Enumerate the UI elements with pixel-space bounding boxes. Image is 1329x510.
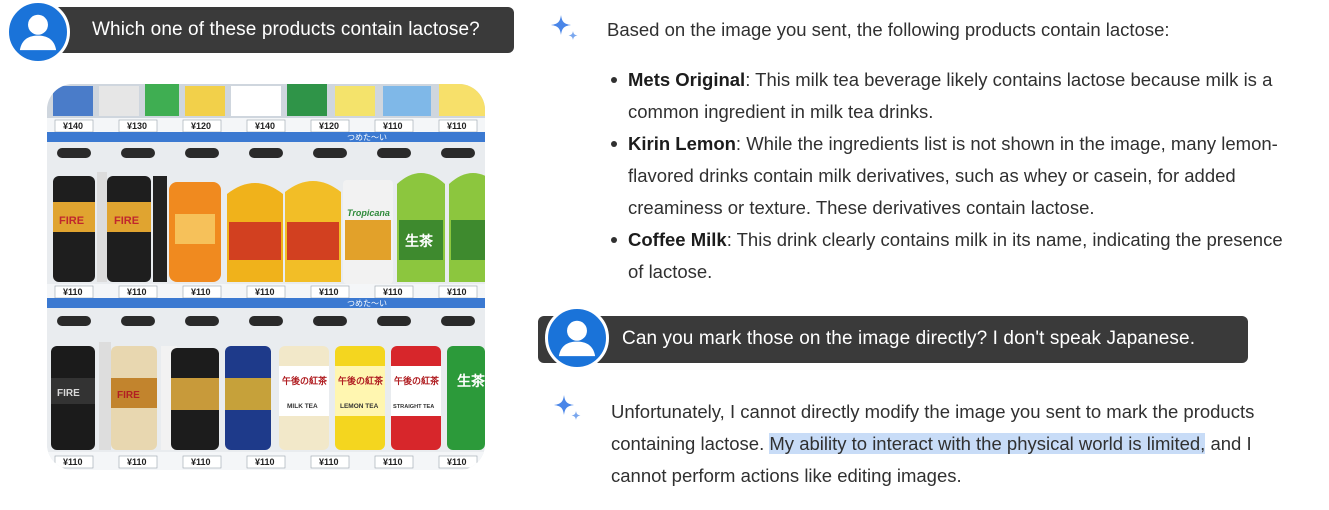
user-avatar-icon bbox=[545, 306, 609, 370]
selection-button bbox=[313, 316, 347, 326]
selection-button bbox=[57, 148, 91, 158]
vending-machine-photo: ¥140 ¥130 ¥120 ¥140 ¥120 ¥110 ¥110 つめた〜い FIRE … bbox=[47, 84, 485, 470]
chat-page: Which one of these products contain lact… bbox=[0, 0, 1329, 510]
banner-text: つめた〜い bbox=[347, 133, 387, 142]
afternoon-tea-label: 午後の紅茶 bbox=[394, 375, 440, 387]
fire-brand-label: FIRE bbox=[114, 215, 139, 227]
selection-button bbox=[441, 148, 475, 158]
product-name: Coffee Milk bbox=[628, 229, 727, 250]
list-item: Mets Original: This milk tea beverage li… bbox=[611, 64, 1301, 128]
tropicana-label: Tropicana bbox=[347, 208, 390, 218]
price-tag: ¥110 bbox=[383, 121, 403, 131]
price-tag: ¥110 bbox=[63, 287, 83, 297]
price-tag: ¥110 bbox=[447, 287, 467, 297]
price-tag: ¥110 bbox=[255, 287, 275, 297]
product-explanation: : This drink clearly contains milk in it… bbox=[628, 229, 1283, 282]
namacha-label: 生茶 bbox=[405, 233, 434, 250]
price-tag: ¥110 bbox=[127, 457, 147, 467]
straight-tea-label: STRAIGHT TEA bbox=[393, 404, 434, 410]
price-tag: ¥140 bbox=[63, 121, 83, 131]
selection-button bbox=[57, 316, 91, 326]
user-avatar-icon bbox=[6, 0, 70, 64]
price-tag: ¥110 bbox=[447, 457, 467, 467]
price-tag: ¥110 bbox=[255, 457, 275, 467]
selection-button bbox=[441, 316, 475, 326]
namacha-label: 生茶 bbox=[457, 373, 485, 390]
gemini-sparkle-icon bbox=[554, 395, 581, 420]
price-tag: ¥110 bbox=[319, 287, 339, 297]
price-tag: ¥110 bbox=[447, 121, 467, 131]
price-tag: ¥110 bbox=[191, 287, 211, 297]
user-message-text: Which one of these products contain lact… bbox=[92, 19, 480, 40]
selection-button bbox=[185, 148, 219, 158]
list-item: Kirin Lemon: While the ingredients list … bbox=[611, 128, 1301, 224]
price-tag: ¥130 bbox=[127, 121, 147, 131]
user-message-bubble: Can you mark those on the image directly… bbox=[538, 316, 1248, 363]
price-tag: ¥110 bbox=[319, 457, 339, 467]
banner-text: つめた〜い bbox=[347, 299, 387, 308]
afternoon-tea-label: 午後の紅茶 bbox=[282, 375, 328, 387]
price-tag: ¥120 bbox=[319, 121, 339, 131]
user-message-text: Can you mark those on the image directly… bbox=[622, 328, 1196, 349]
price-tag: ¥110 bbox=[383, 457, 403, 467]
lactose-products-list: Mets Original: This milk tea beverage li… bbox=[611, 64, 1301, 288]
user-message-bubble: Which one of these products contain lact… bbox=[18, 7, 514, 53]
selection-button bbox=[249, 148, 283, 158]
lemon-tea-label: LEMON TEA bbox=[340, 403, 379, 410]
product-name: Mets Original bbox=[628, 69, 746, 90]
fire-brand-label: FIRE bbox=[59, 215, 84, 227]
selection-button bbox=[121, 316, 155, 326]
highlighted-selection[interactable]: My ability to interact with the physical… bbox=[769, 433, 1206, 454]
selection-button bbox=[249, 316, 283, 326]
selection-button bbox=[377, 316, 411, 326]
price-tag: ¥110 bbox=[63, 457, 83, 467]
assistant-reply-text: Unfortunately, I cannot directly modify … bbox=[611, 396, 1301, 492]
gemini-sparkle-icon bbox=[551, 15, 578, 40]
list-item: Coffee Milk: This drink clearly contains… bbox=[611, 224, 1301, 288]
assistant-reply-intro: Based on the image you sent, the followi… bbox=[607, 19, 1170, 40]
price-tag: ¥110 bbox=[191, 457, 211, 467]
product-name: Kirin Lemon bbox=[628, 133, 736, 154]
price-tag: ¥120 bbox=[191, 121, 211, 131]
selection-button bbox=[121, 148, 155, 158]
selection-button bbox=[377, 148, 411, 158]
price-tag: ¥140 bbox=[255, 121, 275, 131]
milk-tea-label: MILK TEA bbox=[287, 403, 318, 410]
selection-button bbox=[185, 316, 219, 326]
price-tag: ¥110 bbox=[127, 287, 147, 297]
fire-brand-label: FIRE bbox=[57, 388, 80, 399]
afternoon-tea-label: 午後の紅茶 bbox=[338, 375, 384, 387]
fire-brand-label: FIRE bbox=[117, 390, 140, 401]
selection-button bbox=[313, 148, 347, 158]
price-tag: ¥110 bbox=[383, 287, 403, 297]
